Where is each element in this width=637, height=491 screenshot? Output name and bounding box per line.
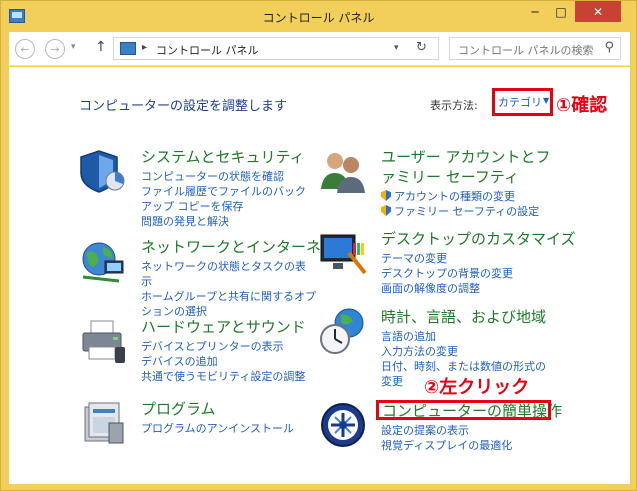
- link-change-background[interactable]: デスクトップの背景の変更: [381, 266, 556, 281]
- link-change-account-type[interactable]: アカウントの種類の変更: [381, 189, 556, 204]
- breadcrumb-separator-icon[interactable]: ▸: [142, 42, 147, 53]
- category-title-desktop[interactable]: デスクトップのカスタマイズ: [381, 229, 576, 249]
- title-bar[interactable]: コントロール パネル ─ □ ✕: [1, 1, 636, 32]
- monitor-palette-icon[interactable]: [319, 229, 367, 277]
- category-title-hardware[interactable]: ハードウェアとサウンド: [141, 317, 306, 337]
- address-dropdown-icon[interactable]: ▾: [394, 43, 399, 53]
- back-button[interactable]: ←: [15, 39, 35, 59]
- link-change-theme[interactable]: テーマの変更: [381, 251, 556, 266]
- minimize-button[interactable]: ─: [522, 1, 548, 22]
- view-by-highlight: カテゴリ ▼: [492, 88, 553, 116]
- category-links-ease: 設定の提案の表示 視覚ディスプレイの最適化: [381, 423, 556, 453]
- page-title: コンピューターの設定を調整します: [79, 99, 288, 114]
- chevron-down-icon[interactable]: ▼: [543, 96, 549, 105]
- search-icon[interactable]: ⚲: [604, 40, 614, 55]
- category-title-system[interactable]: システムとセキュリティ: [141, 147, 305, 167]
- link-change-input-method[interactable]: 入力方法の変更: [381, 344, 553, 359]
- search-input[interactable]: コントロール パネルの検索: [458, 42, 594, 58]
- control-panel-icon: [120, 42, 136, 55]
- link-network-status[interactable]: ネットワークの状態とタスクの表示: [141, 259, 316, 289]
- ease-of-access-highlight: [376, 400, 551, 420]
- printer-icon[interactable]: [79, 317, 127, 365]
- address-bar[interactable]: ▸ コントロール パネル ▾ ↻: [113, 37, 439, 60]
- link-settings-suggestions[interactable]: 設定の提案の表示: [381, 423, 556, 438]
- recent-locations-chevron-icon[interactable]: ▾: [71, 42, 76, 52]
- navigation-bar: ← → ▾ ↑ ▸ コントロール パネル ▾ ↻ コントロール パネルの検索 ⚲: [9, 32, 630, 66]
- users-icon[interactable]: [319, 147, 367, 195]
- link-file-history[interactable]: ファイル履歴でファイルのバックアップ コピーを保存: [141, 184, 316, 214]
- link-devices-printers[interactable]: デバイスとプリンターの表示: [141, 339, 316, 354]
- program-box-icon[interactable]: [79, 399, 127, 447]
- globe-network-icon[interactable]: [79, 237, 127, 285]
- control-panel-window: コントロール パネル ─ □ ✕ ← → ▾ ↑ ▸ コントロール パネル ▾ …: [0, 0, 637, 491]
- category-links-programs: プログラムのアンインストール: [141, 421, 316, 436]
- shield-chart-icon[interactable]: [79, 147, 127, 195]
- link-troubleshoot[interactable]: 問題の発見と解決: [141, 214, 316, 229]
- link-mobility-settings[interactable]: 共通で使うモビリティ設定の調整: [141, 369, 316, 384]
- annotation-left-click: ②左クリック: [424, 377, 530, 398]
- link-add-language[interactable]: 言語の追加: [381, 329, 553, 344]
- category-links-network: ネットワークの状態とタスクの表示 ホームグループと共有に関するオプションの選択: [141, 259, 316, 319]
- category-title-users[interactable]: ユーザー アカウントとファミリー セーフティ: [381, 147, 553, 187]
- link-homegroup[interactable]: ホームグループと共有に関するオプションの選択: [141, 289, 316, 319]
- category-links-desktop: テーマの変更 デスクトップの背景の変更 画面の解像度の調整: [381, 251, 556, 296]
- view-by-label: 表示方法:: [430, 99, 478, 112]
- refresh-icon[interactable]: ↻: [416, 40, 427, 55]
- breadcrumb-control-panel[interactable]: コントロール パネル: [156, 42, 259, 58]
- link-adjust-resolution[interactable]: 画面の解像度の調整: [381, 281, 556, 296]
- category-links-system: コンピューターの状態を確認 ファイル履歴でファイルのバックアップ コピーを保存 …: [141, 169, 316, 229]
- search-box[interactable]: コントロール パネルの検索 ⚲: [449, 37, 621, 60]
- view-by-dropdown[interactable]: カテゴリ: [498, 94, 542, 110]
- category-title-clock[interactable]: 時計、言語、および地域: [381, 307, 546, 327]
- ease-of-access-icon[interactable]: [319, 401, 367, 449]
- link-uninstall-program[interactable]: プログラムのアンインストール: [141, 421, 316, 436]
- up-button[interactable]: ↑: [95, 39, 107, 55]
- link-family-safety[interactable]: ファミリー セーフティの設定: [381, 204, 556, 219]
- main-content: コンピューターの設定を調整します 表示方法: カテゴリ ▼ ①確認 システムとセ…: [9, 67, 630, 484]
- link-add-device[interactable]: デバイスの追加: [141, 354, 316, 369]
- link-optimize-display[interactable]: 視覚ディスプレイの最適化: [381, 438, 556, 453]
- annotation-confirm: ①確認: [556, 95, 608, 116]
- maximize-button[interactable]: □: [548, 1, 574, 22]
- forward-button[interactable]: →: [45, 39, 65, 59]
- link-check-status[interactable]: コンピューターの状態を確認: [141, 169, 316, 184]
- close-button[interactable]: ✕: [575, 1, 621, 22]
- category-title-programs[interactable]: プログラム: [141, 399, 216, 419]
- clock-globe-icon[interactable]: [319, 307, 367, 355]
- category-links-hardware: デバイスとプリンターの表示 デバイスの追加 共通で使うモビリティ設定の調整: [141, 339, 316, 384]
- category-links-users: アカウントの種類の変更 ファミリー セーフティの設定: [381, 189, 556, 219]
